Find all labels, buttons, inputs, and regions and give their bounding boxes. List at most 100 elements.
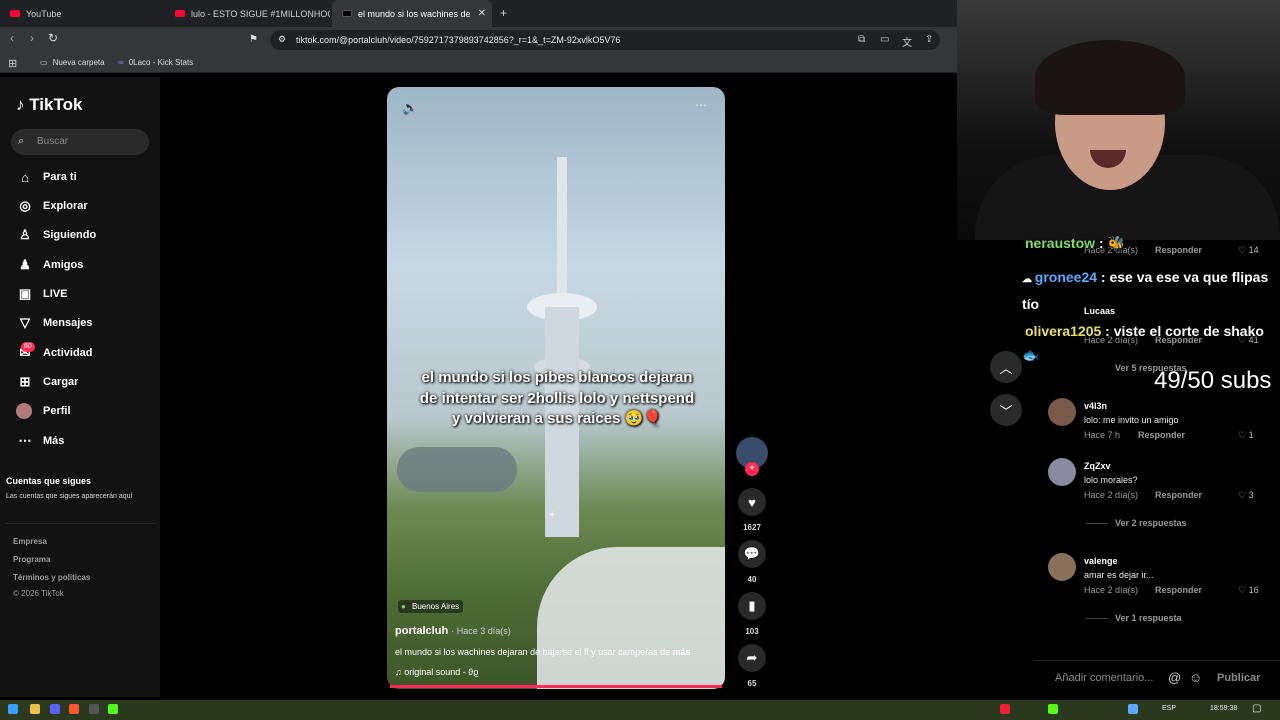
- tab-lulo[interactable]: lulo - ESTO SIGUE #1MILLONHOODIE: [165, 0, 330, 27]
- nav-mensajes[interactable]: ▽ Mensajes: [16, 314, 93, 332]
- tab-tiktok-active[interactable]: el mundo si los wachines deja ✕: [332, 0, 492, 27]
- like-button[interactable]: ♥: [738, 488, 766, 516]
- next-video-button[interactable]: ﹀: [990, 394, 1022, 426]
- live-icon: ▣: [18, 286, 32, 301]
- explorer-icon[interactable]: [30, 704, 40, 714]
- discord-icon[interactable]: [50, 704, 60, 714]
- comment-like[interactable]: ♡ 14: [1238, 245, 1259, 256]
- comment-button[interactable]: 💬: [738, 540, 766, 568]
- url-field[interactable]: tiktok.com/@portalcluh/video/75927173798…: [270, 30, 940, 50]
- tiktok-icon: [342, 10, 352, 17]
- chevron-up-icon: ︿: [999, 360, 1013, 376]
- share-icon[interactable]: ⇪: [925, 34, 933, 45]
- site-info-icon[interactable]: ⚙: [278, 34, 286, 45]
- apps-grid-icon[interactable]: ⊞: [8, 57, 17, 70]
- comment-user[interactable]: v4l3n: [1084, 401, 1107, 411]
- prev-video-button[interactable]: ︿: [990, 351, 1022, 383]
- link-icon: ∞: [118, 58, 124, 67]
- video-sound[interactable]: ♫ original sound - ϑϱ: [395, 667, 478, 677]
- comment-icon: 💬: [743, 546, 761, 561]
- comment-like[interactable]: ♡ 1: [1238, 430, 1254, 441]
- volume-icon[interactable]: 🔈: [402, 100, 418, 116]
- upload-icon: ⊞: [19, 374, 31, 389]
- footer-programa[interactable]: Programa: [13, 555, 50, 564]
- following-desc: Las cuentas que sigues aparecerán aquí: [6, 493, 133, 500]
- comment-like[interactable]: ♡ 16: [1238, 585, 1259, 596]
- cursor-crosshair-icon: +: [549, 509, 556, 521]
- taskbar: [0, 700, 1280, 720]
- kick-icon[interactable]: [108, 704, 118, 714]
- compass-icon: ◎: [19, 198, 31, 213]
- publish-button[interactable]: Publicar: [1217, 672, 1260, 684]
- reply-button[interactable]: Responder: [1155, 490, 1202, 500]
- following-title: Cuentas que sigues: [6, 476, 92, 486]
- share-arrow-icon: ➦: [746, 650, 758, 665]
- video-author[interactable]: portalcluh · Hace 3 día(s): [395, 625, 511, 637]
- tray-icon[interactable]: [1048, 704, 1058, 714]
- profile-icon: [16, 403, 32, 419]
- avatar[interactable]: [1048, 398, 1076, 426]
- nav-siguiendo[interactable]: ♙ Siguiendo: [16, 226, 96, 244]
- video-more-icon[interactable]: ⋯: [695, 98, 707, 112]
- language-indicator[interactable]: ESP: [1162, 705, 1176, 712]
- comment-user[interactable]: valenge: [1084, 556, 1118, 566]
- footer-empresa[interactable]: Empresa: [13, 537, 47, 546]
- tiktok-note-icon: ♪: [16, 95, 25, 114]
- avatar[interactable]: [1048, 458, 1076, 486]
- start-icon[interactable]: [8, 704, 18, 714]
- translate-icon[interactable]: 文: [902, 34, 912, 49]
- nav-cargar[interactable]: ⊞ Cargar: [16, 373, 79, 391]
- tiktok-logo[interactable]: ♪ TikTok: [16, 95, 82, 115]
- cast-icon[interactable]: ▭: [880, 34, 889, 45]
- bookmark-star-icon[interactable]: ⚑: [249, 34, 258, 45]
- save-button[interactable]: ▮: [738, 592, 766, 620]
- video-pod: [397, 447, 517, 492]
- reply-button[interactable]: Responder: [1155, 245, 1202, 255]
- music-note-icon: ♫: [395, 667, 402, 677]
- emoji-icon[interactable]: ☺: [1189, 670, 1202, 685]
- nav-mas[interactable]: ⋯ Más: [16, 432, 65, 450]
- chat-message: ☁ gronee24 : ese va ese va que flipas tí…: [1022, 269, 1269, 312]
- tray-icon[interactable]: [1128, 704, 1138, 714]
- notifications-icon[interactable]: ▢: [1252, 703, 1261, 714]
- nav-amigos[interactable]: ♟ Amigos: [16, 256, 83, 274]
- obs-icon[interactable]: [89, 704, 99, 714]
- close-tab-icon[interactable]: ✕: [478, 8, 486, 19]
- video-scene: [527, 157, 597, 537]
- avatar[interactable]: [1048, 553, 1076, 581]
- view-replies-button[interactable]: Ver 1 respuesta: [1115, 613, 1182, 623]
- heart-outline-icon: ♡: [1238, 430, 1247, 440]
- back-icon[interactable]: ‹: [10, 31, 14, 45]
- footer-terminos[interactable]: Términos y políticas: [13, 573, 90, 582]
- comment-input[interactable]: Añadir comentario...: [1055, 672, 1153, 684]
- mention-icon[interactable]: @: [1168, 670, 1181, 685]
- comment-like[interactable]: ♡ 3: [1238, 490, 1254, 501]
- reload-icon[interactable]: ↻: [48, 31, 58, 45]
- tray-icon[interactable]: [1000, 704, 1010, 714]
- chat-badge-icon: ☁: [1022, 274, 1035, 285]
- forward-icon[interactable]: ›: [30, 31, 34, 45]
- follow-plus-icon[interactable]: +: [745, 462, 759, 476]
- nav-explorar[interactable]: ◎ Explorar: [16, 197, 87, 215]
- tab-youtube[interactable]: YouTube: [0, 0, 165, 27]
- new-tab-button[interactable]: +: [500, 6, 507, 20]
- reply-button[interactable]: Responder: [1138, 430, 1185, 440]
- clock[interactable]: 18:59:38: [1210, 705, 1237, 712]
- location-tag[interactable]: ● Buenos Aires: [398, 600, 464, 613]
- reply-button[interactable]: Responder: [1155, 585, 1202, 595]
- nav-para-ti[interactable]: ⌂ Para ti: [16, 168, 77, 186]
- nav-perfil[interactable]: Perfil: [16, 402, 71, 420]
- home-icon: ⌂: [21, 169, 29, 185]
- bookmark-kick-stats[interactable]: ∞ 0Laco - Kick Stats: [118, 58, 193, 67]
- share-button[interactable]: ➦: [738, 644, 766, 672]
- view-replies-button[interactable]: Ver 2 respuestas: [1115, 518, 1187, 528]
- video-progress-bar[interactable]: [390, 685, 722, 688]
- bookmark-folder[interactable]: ▭ Nueva carpeta: [40, 58, 105, 67]
- brave-icon[interactable]: [69, 704, 79, 714]
- nav-live[interactable]: ▣ LIVE: [16, 285, 68, 303]
- extension-icon[interactable]: ⧉: [858, 34, 865, 45]
- chat-message: olivera1205 : viste el corte de shako 🐟: [1022, 323, 1264, 363]
- comment-user[interactable]: ZqZxv: [1084, 461, 1111, 471]
- search-input[interactable]: Buscar: [11, 129, 149, 155]
- more-link[interactable]: más: [673, 647, 691, 657]
